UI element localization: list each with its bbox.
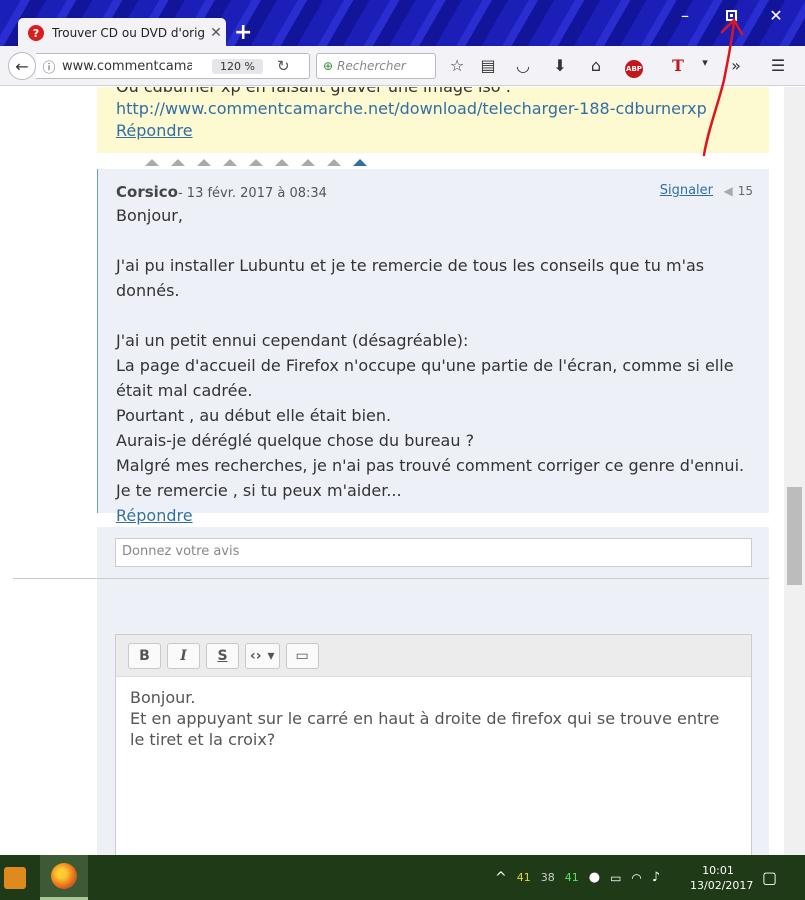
- previous-post-text: Ou cdburner xp en faisant graver une ima…: [116, 87, 769, 98]
- new-tab-button[interactable]: +: [234, 20, 252, 45]
- reading-list-icon[interactable]: ▤: [476, 56, 500, 75]
- close-window-button[interactable]: ✕: [761, 6, 791, 25]
- url-text: www.commentcamar: [62, 58, 192, 74]
- zoom-indicator[interactable]: 120 %: [212, 58, 263, 74]
- editor-toolbar: B I S ‹› ▾ ▭: [116, 635, 751, 677]
- bookmark-star-icon[interactable]: ☆: [445, 56, 469, 75]
- post-line: [116, 303, 769, 328]
- reply-editor: B I S ‹› ▾ ▭ Bonjour. Et en appuyant sur…: [115, 634, 752, 855]
- home-icon[interactable]: ⌂: [584, 56, 608, 75]
- translate-icon[interactable]: T: [666, 56, 690, 75]
- navigation-toolbar: ← ⓘ www.commentcamar 120 % ↻ ⊕ Recherche…: [0, 46, 805, 86]
- code-button[interactable]: ‹› ▾: [245, 642, 280, 669]
- post-line: Aurais-je déréglé quelque chose du burea…: [116, 431, 475, 450]
- tray-value: 41: [516, 871, 531, 884]
- post-author[interactable]: Corsico: [116, 183, 178, 201]
- image-button[interactable]: ▭: [285, 642, 319, 669]
- back-button[interactable]: ←: [8, 52, 36, 80]
- vote-arrow-icon: ◀: [723, 184, 733, 198]
- weather-icon[interactable]: ●: [589, 870, 600, 885]
- browser-titlebar: ? Trouver CD ou DVD d'orig... ✕ + – ✕: [0, 0, 805, 48]
- download-link[interactable]: http://www.commentcamarche.net/download/…: [116, 99, 707, 118]
- post-line: Malgré mes recherches, je n'ai pas trouv…: [116, 456, 745, 475]
- search-icon: ⊕: [323, 59, 334, 73]
- chevron-down-icon[interactable]: ▾: [268, 648, 275, 664]
- post-line: J'ai pu installer Lubuntu et je te remer…: [116, 256, 705, 300]
- overflow-menu-icon[interactable]: »: [724, 56, 748, 75]
- windows-taskbar: ^ 41 38 41 ● ▭ ◠ ♪ 10:01 13/02/2017 ▢: [0, 855, 805, 900]
- strikethrough-button[interactable]: S: [206, 642, 239, 669]
- post-line: [116, 228, 769, 253]
- bold-button[interactable]: B: [128, 642, 161, 669]
- report-link[interactable]: Signaler: [660, 183, 713, 198]
- editor-line: Bonjour.: [130, 688, 196, 707]
- italic-button[interactable]: I: [167, 642, 200, 669]
- search-placeholder: Rechercher: [337, 59, 406, 73]
- firefox-taskbar-icon[interactable]: [40, 855, 88, 900]
- post-body: Bonjour, J'ai pu installer Lubuntu et je…: [116, 203, 769, 528]
- hamburger-menu-icon[interactable]: ☰: [766, 56, 790, 75]
- editor-textarea[interactable]: Bonjour. Et en appuyant sur le carré en …: [116, 677, 751, 760]
- pocket-icon[interactable]: ◡: [511, 56, 535, 75]
- reply-link[interactable]: Répondre: [116, 506, 193, 525]
- post-line: Je te remercie , si tu peux m'aider...: [116, 481, 402, 500]
- url-bar[interactable]: ⓘ www.commentcamar 120 % ↻: [36, 53, 310, 79]
- forum-post: Corsico- 13 févr. 2017 à 08:34 Signaler …: [97, 169, 769, 525]
- scrollbar-thumb[interactable]: [787, 487, 802, 585]
- notification-icon[interactable]: ▢: [762, 868, 777, 887]
- previous-post: Ou cdburner xp en faisant graver une ima…: [97, 87, 769, 153]
- opinion-input[interactable]: Donnez votre avis: [115, 538, 752, 567]
- page-scrollbar[interactable]: [784, 87, 805, 855]
- page-content: Ou cdburner xp en faisant graver une ima…: [0, 87, 784, 855]
- tray-value: 38: [540, 871, 555, 884]
- code-icon: ‹›: [250, 647, 262, 664]
- tab-title: Trouver CD ou DVD d'orig...: [52, 26, 206, 40]
- tab-close-icon[interactable]: ✕: [206, 25, 226, 41]
- thread-indicator: [145, 159, 367, 166]
- vote-count[interactable]: ◀ 15: [723, 184, 753, 198]
- image-icon: ▭: [295, 647, 309, 664]
- tray-value: 41: [564, 871, 579, 884]
- wifi-icon[interactable]: ◠: [631, 871, 641, 885]
- editor-line: Et en appuyant sur le carré en haut à dr…: [130, 709, 720, 749]
- volume-icon[interactable]: ♪: [652, 870, 660, 885]
- post-line: Bonjour,: [116, 206, 183, 225]
- tab-active[interactable]: ? Trouver CD ou DVD d'orig... ✕: [18, 18, 226, 48]
- reload-icon[interactable]: ↻: [277, 57, 290, 75]
- post-date: - 13 févr. 2017 à 08:34: [177, 186, 327, 201]
- clock[interactable]: 10:01 13/02/2017: [690, 863, 753, 893]
- minimize-button[interactable]: –: [670, 6, 700, 25]
- system-tray: ^ 41 38 41 ● ▭ ◠ ♪: [495, 855, 660, 900]
- download-icon[interactable]: ⬇: [548, 56, 572, 75]
- search-input[interactable]: ⊕ Rechercher: [316, 53, 436, 79]
- chevron-up-icon[interactable]: ^: [495, 870, 507, 886]
- post-header: Corsico- 13 févr. 2017 à 08:34 Signaler …: [116, 169, 769, 201]
- post-line: Pourtant , au début elle était bien.: [116, 406, 392, 425]
- media-player-icon[interactable]: [0, 855, 30, 900]
- site-info-icon[interactable]: ⓘ: [36, 57, 62, 76]
- chevron-down-icon[interactable]: ▾: [693, 56, 717, 69]
- battery-icon[interactable]: ▭: [610, 871, 621, 885]
- adblock-icon[interactable]: ABP: [622, 56, 646, 78]
- reply-link[interactable]: Répondre: [116, 121, 193, 140]
- post-line: J'ai un petit ennui cependant (désagréab…: [116, 331, 469, 350]
- maximize-button[interactable]: [716, 6, 746, 25]
- site-favicon-icon: ?: [28, 25, 44, 41]
- divider: [13, 578, 769, 579]
- post-line: La page d'accueil de Firefox n'occupe qu…: [116, 356, 734, 400]
- maximize-icon: [725, 10, 737, 21]
